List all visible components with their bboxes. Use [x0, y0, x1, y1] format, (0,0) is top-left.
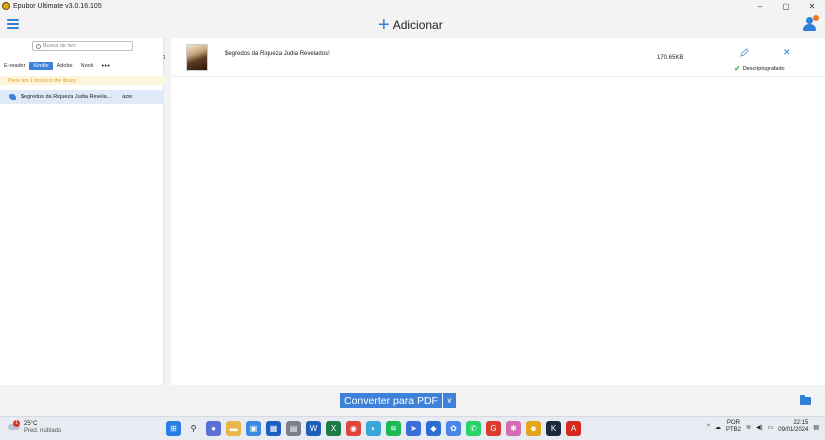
add-button[interactable]: + Adicionar	[378, 14, 443, 36]
library-count-notice: There are 1 books in the library	[0, 76, 164, 85]
excel-icon[interactable]: X	[326, 421, 341, 436]
plus-icon: +	[378, 14, 390, 36]
settings-icon[interactable]: ✿	[446, 421, 461, 436]
grammarly-icon[interactable]: G	[486, 421, 501, 436]
slack-icon[interactable]: ✱	[506, 421, 521, 436]
library-book-format: azw	[122, 94, 132, 100]
spotify-icon[interactable]: ≋	[386, 421, 401, 436]
weather-widget[interactable]: 1 25°C Pred. nublado	[8, 420, 62, 435]
file-row[interactable]: $egredos da Riqueza Judia Revelados! 170…	[171, 38, 825, 77]
edge-icon[interactable]: ◐	[366, 421, 381, 436]
decryption-status: ✓ Descriptografado	[734, 64, 785, 73]
copilot-icon[interactable]: ●	[206, 421, 221, 436]
language-indicator[interactable]: POR PTB2	[726, 420, 741, 434]
clock-date: 09/01/2024	[778, 427, 809, 433]
windows-taskbar: 1 25°C Pred. nublado ⊞ ⚲ ● ▬ ▣ ▦ ▤ W X ◉…	[0, 416, 825, 440]
file-explorer-icon[interactable]: ▬	[226, 421, 241, 436]
app-header: + Adicionar	[0, 12, 825, 38]
shield-icon[interactable]: ◆	[426, 421, 441, 436]
notifications-icon[interactable]: ▤	[813, 424, 819, 431]
edit-icon[interactable]	[740, 48, 749, 57]
device-tabs: E-reader Kindle Adobe Nook •••	[0, 60, 164, 72]
weather-temp: 25°C	[24, 421, 38, 427]
wifi-icon[interactable]: ≋	[746, 424, 751, 431]
whatsapp-icon[interactable]: ✆	[466, 421, 481, 436]
library-book-item[interactable]: $egredos da Riqueza Judia Revela... azw	[0, 90, 164, 104]
close-window-button[interactable]: ✕	[799, 0, 825, 12]
remove-file-icon[interactable]: ✕	[783, 47, 791, 58]
clock[interactable]: 22:15 09/01/2024	[778, 420, 808, 434]
conversion-list: $egredos da Riqueza Judia Revelados! 170…	[171, 38, 825, 385]
calendar-icon[interactable]: ▦	[266, 421, 281, 436]
clock-time: 22:15	[793, 420, 809, 426]
weather-desc: Pred. nublado	[24, 428, 62, 434]
language-top: POR	[726, 420, 740, 426]
store-icon[interactable]: ▣	[246, 421, 261, 436]
book-cover-thumbnail	[186, 44, 208, 71]
search-icon	[36, 43, 41, 49]
telegram-icon[interactable]: ➤	[406, 421, 421, 436]
add-button-label: Adicionar	[392, 18, 443, 32]
window-controls: – ▢ ✕	[747, 0, 825, 12]
kindle-book-icon	[9, 94, 16, 100]
search-placeholder: Busca de livo	[43, 43, 76, 49]
minimize-button[interactable]: –	[747, 0, 773, 12]
taskbar-search-icon[interactable]: ⚲	[186, 421, 201, 436]
convert-button[interactable]: Converter para PDF	[340, 393, 442, 408]
convert-split-button: Converter para PDF ∨	[340, 393, 456, 408]
open-folder-icon[interactable]	[800, 395, 811, 405]
tab-ereader[interactable]: E-reader	[0, 62, 29, 70]
format-dropdown-button[interactable]: ∨	[442, 393, 456, 408]
tray-chevron-icon[interactable]: ^	[707, 424, 710, 430]
chrome-icon[interactable]: ◉	[346, 421, 361, 436]
app-logo-icon	[2, 2, 10, 10]
status-text: Descriptografado	[742, 65, 785, 72]
check-icon: ✓	[734, 64, 741, 73]
file-size: 170.65KB	[657, 55, 684, 61]
word-icon[interactable]: W	[306, 421, 321, 436]
file-name: $egredos da Riqueza Judia Revelados!	[225, 51, 330, 57]
menu-icon[interactable]	[7, 19, 19, 30]
search-input[interactable]: Busca de livo	[32, 41, 133, 51]
notification-badge	[813, 15, 819, 21]
library-panel: Busca de livo E-reader Kindle Adobe Nook…	[0, 38, 164, 385]
acrobat-icon[interactable]: A	[566, 421, 581, 436]
title-bar: Epubor Ultimate v3.0.16.105 – ▢ ✕	[0, 0, 825, 12]
tab-kindle[interactable]: Kindle	[29, 62, 53, 70]
weather-badge: 1	[13, 420, 20, 427]
start-icon[interactable]: ⊞	[166, 421, 181, 436]
onedrive-icon[interactable]: ☁	[715, 424, 721, 431]
user-account-icon[interactable]	[803, 15, 819, 32]
tab-adobe[interactable]: Adobe	[53, 62, 77, 70]
book-index: 1	[163, 55, 166, 61]
tab-nook[interactable]: Nook	[77, 62, 98, 70]
pinned-apps: ⊞ ⚲ ● ▬ ▣ ▦ ▤ W X ◉ ◐ ≋ ➤ ◆ ✿ ✆ G ✱ ☻ K …	[166, 421, 581, 436]
action-bar: Converter para PDF ∨	[0, 385, 825, 416]
kindle-icon[interactable]: K	[546, 421, 561, 436]
more-tabs-button[interactable]: •••	[97, 63, 114, 70]
weather-icon: 1	[8, 420, 20, 431]
maximize-button[interactable]: ▢	[773, 0, 799, 12]
language-bottom: PTB2	[725, 427, 741, 433]
battery-icon[interactable]: ▭	[768, 424, 774, 431]
calculator-icon[interactable]: ▤	[286, 421, 301, 436]
epubor-taskbar-icon[interactable]: ☻	[526, 421, 541, 436]
library-book-title: $egredos da Riqueza Judia Revela...	[21, 94, 112, 100]
system-tray: ^ ☁ POR PTB2 ≋ ◀) ▭ 22:15 09/01/2024 ▤	[707, 420, 819, 434]
volume-icon[interactable]: ◀)	[756, 424, 763, 431]
window-title: Epubor Ultimate v3.0.16.105	[13, 2, 102, 10]
